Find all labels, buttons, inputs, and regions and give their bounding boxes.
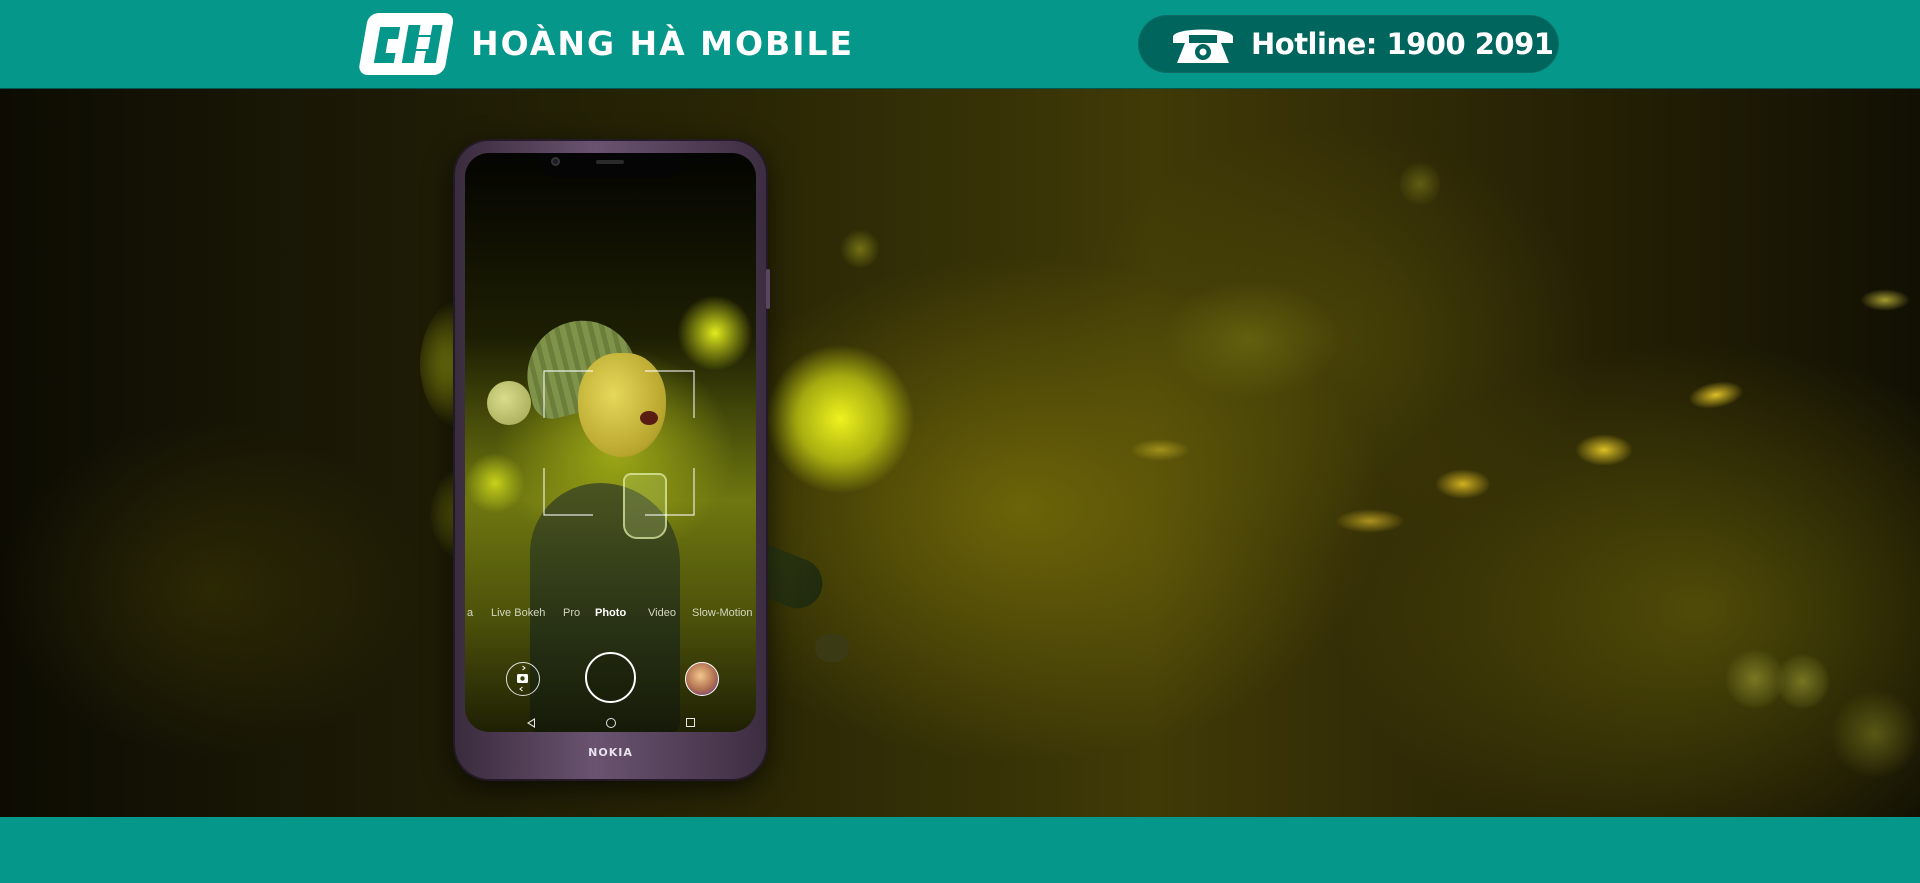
bokeh-light [840, 229, 880, 269]
android-navbar [465, 716, 756, 732]
earpiece-speaker [596, 160, 624, 164]
mode-video[interactable]: Video [648, 607, 676, 619]
telephone-icon [1169, 21, 1237, 67]
bokeh-light [1725, 649, 1785, 709]
mode-item[interactable]: a [467, 607, 473, 619]
bokeh-light [1860, 289, 1910, 311]
recents-icon[interactable] [686, 718, 695, 727]
camera-switch-icon[interactable] [506, 662, 540, 696]
mode-photo[interactable]: Photo [595, 607, 626, 619]
footer-bar [0, 817, 1920, 883]
child-hand [815, 634, 849, 662]
bokeh-light [1775, 654, 1830, 709]
bokeh-light [1400, 159, 1440, 209]
phone-screen: a Live Bokeh Pro Photo Video Slow-Motion [465, 153, 756, 732]
nokia-phone: a Live Bokeh Pro Photo Video Slow-Motion [455, 141, 770, 779]
beanie-pompom [487, 381, 531, 425]
bokeh-light [765, 344, 915, 494]
mode-live-bokeh[interactable]: Live Bokeh [491, 607, 545, 619]
phone-notch [538, 153, 683, 177]
focus-frame-icon [543, 370, 695, 516]
brand-name[interactable]: HOÀNG HÀ MOBILE [471, 24, 854, 63]
camera-mode-strip[interactable]: a Live Bokeh Pro Photo Video Slow-Motion [465, 607, 756, 625]
hoang-ha-logo-icon[interactable] [359, 11, 459, 77]
mode-pro[interactable]: Pro [563, 607, 580, 619]
bokeh-light [1435, 469, 1491, 499]
bokeh-light [1686, 377, 1746, 413]
hotline-number[interactable]: Hotline: 1900 2091 [1251, 27, 1554, 61]
bokeh-light [1575, 434, 1633, 466]
back-icon[interactable] [527, 718, 535, 728]
front-camera-icon [551, 157, 560, 166]
shutter-button[interactable] [585, 652, 636, 703]
mode-slow-motion[interactable]: Slow-Motion [692, 607, 753, 619]
home-icon[interactable] [606, 718, 616, 728]
promo-banner: a Live Bokeh Pro Photo Video Slow-Motion [0, 89, 1920, 817]
phone-brand-logo: NOKIA [588, 746, 633, 759]
phone-side-button [766, 269, 770, 309]
gallery-thumbnail[interactable] [685, 662, 719, 696]
bokeh-light [1335, 509, 1405, 533]
header-bar: HOÀNG HÀ MOBILE Hotline: 1900 2091 [0, 0, 1920, 89]
bokeh-light [1830, 689, 1920, 779]
bokeh-light [1130, 439, 1190, 461]
hotline-pill[interactable]: Hotline: 1900 2091 [1138, 15, 1559, 73]
page: HOÀNG HÀ MOBILE Hotline: 1900 2091 a Liv… [0, 0, 1920, 883]
bokeh-light [1160, 279, 1340, 399]
